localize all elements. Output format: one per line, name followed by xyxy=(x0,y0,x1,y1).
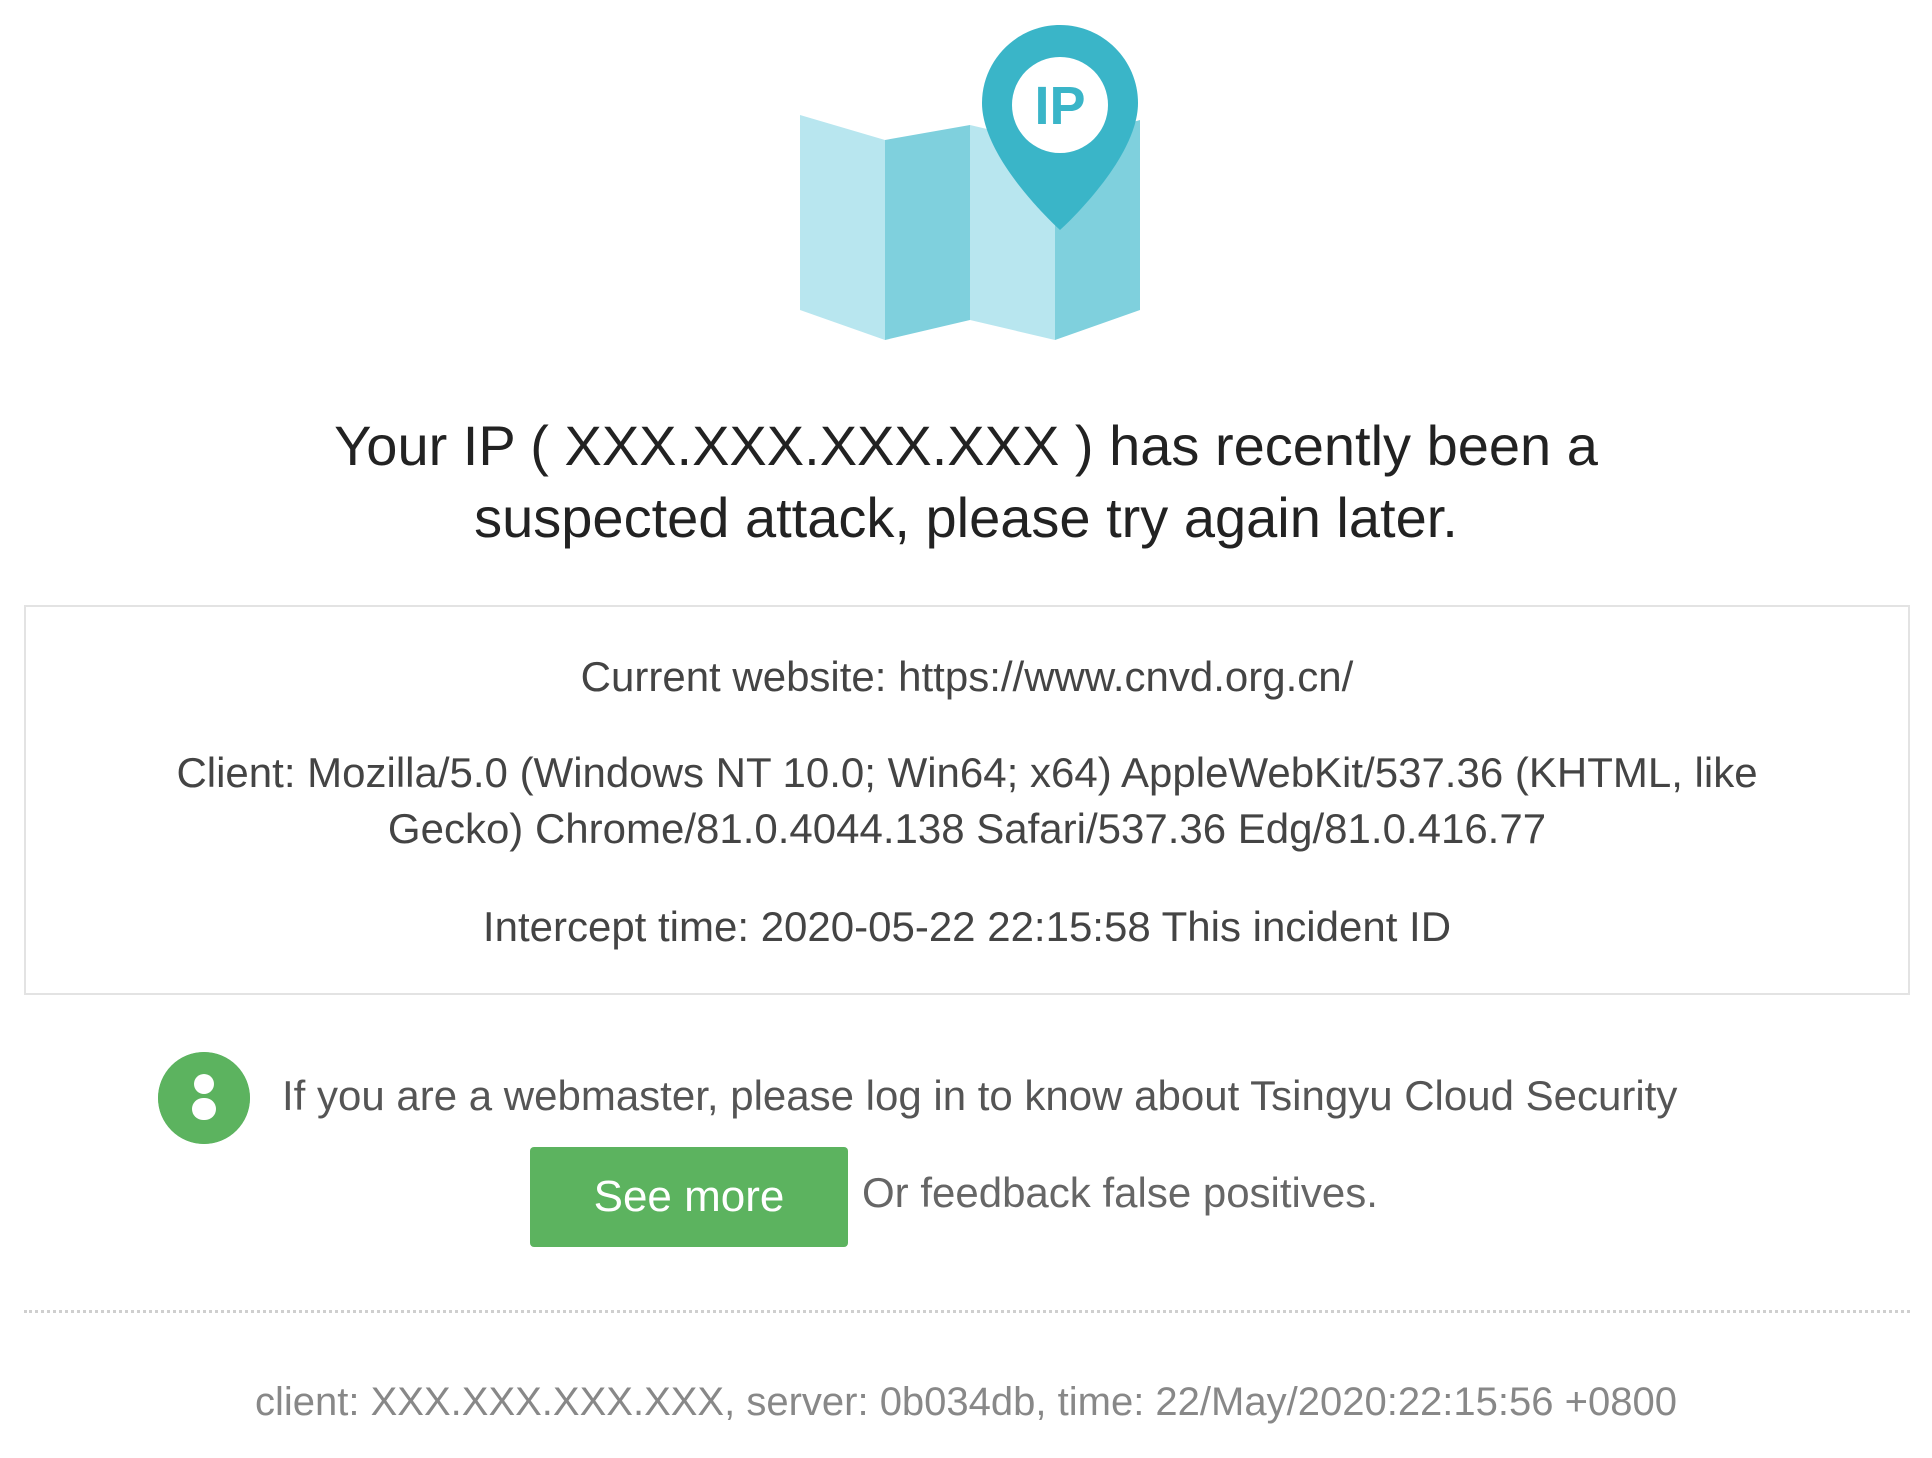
client-user-agent-text: Client: Mozilla/5.0 (Windows NT 10.0; Wi… xyxy=(176,749,1758,852)
divider xyxy=(24,1310,1910,1313)
intercept-time-text: Intercept time: 2020-05-22 22:15:58 This… xyxy=(482,903,1452,950)
title-line-2: suspected attack, please try again later… xyxy=(474,486,1458,549)
see-more-button[interactable]: See more xyxy=(530,1147,848,1247)
page-title: Your IP ( XXX.XXX.XXX.XXX ) has recently… xyxy=(0,410,1932,554)
webmaster-login-text: If you are a webmaster, please log in to… xyxy=(282,1072,1678,1119)
ip-badge-text: IP xyxy=(1034,76,1085,136)
title-line-1: Your IP ( XXX.XXX.XXX.XXX ) has recently… xyxy=(334,414,1598,477)
block-page: IP Your IP ( XXX.XXX.XXX.XXX ) has recen… xyxy=(0,0,1932,1458)
webmaster-notice: If you are a webmaster, please log in to… xyxy=(0,1052,1932,1152)
map-ip-location-icon: IP xyxy=(800,25,1140,340)
feedback-false-positives-link[interactable]: Or feedback false positives. xyxy=(862,1165,1378,1221)
current-website-text: Current website: https://www.cnvd.org.cn… xyxy=(580,653,1354,700)
user-icon xyxy=(158,1052,250,1144)
incident-info-box: Current website: https://www.cnvd.org.cn… xyxy=(24,605,1910,995)
request-details-footer: client: XXX.XXX.XXX.XXX, server: 0b034db… xyxy=(255,1380,1677,1424)
